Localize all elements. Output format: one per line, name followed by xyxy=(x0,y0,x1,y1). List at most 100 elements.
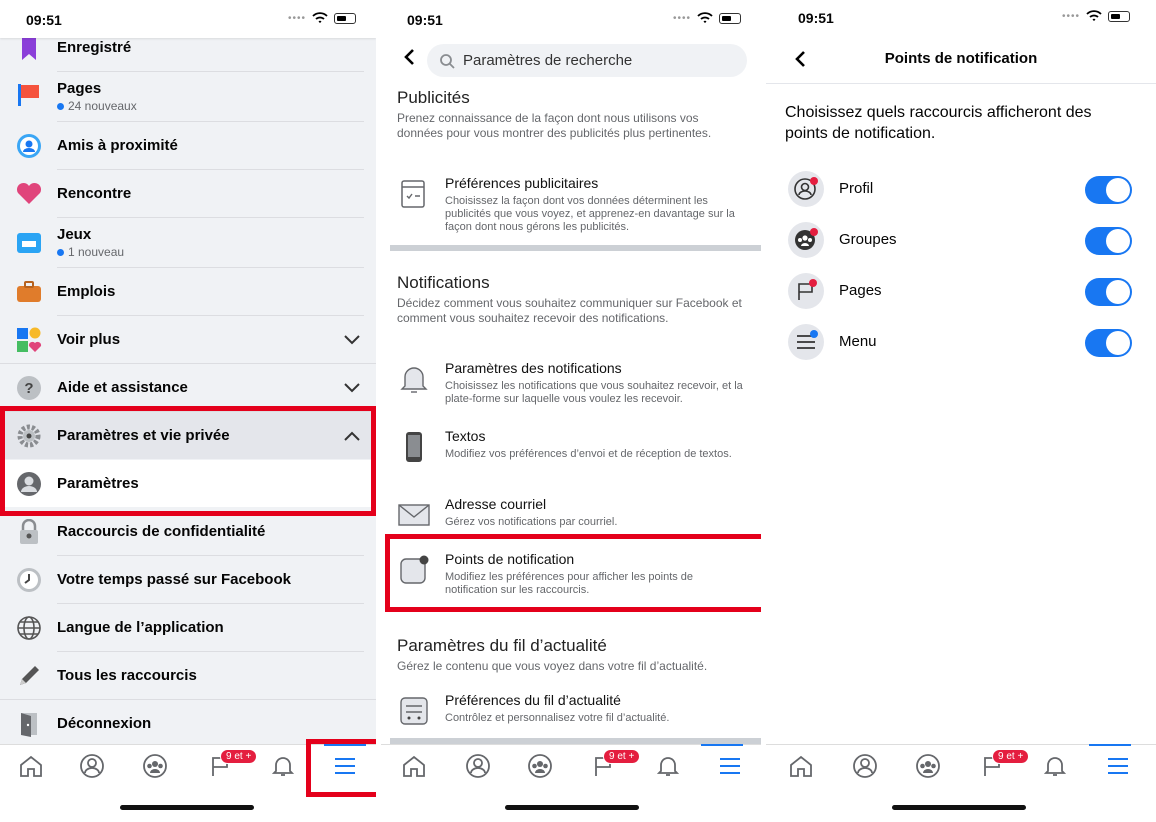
menu-item-label: Amis à proximité xyxy=(57,137,178,154)
row-title: Préférences du fil d’actualité xyxy=(445,692,621,708)
menu-item-games[interactable]: Jeux 1 nouveau xyxy=(0,218,376,266)
groups-icon xyxy=(788,222,824,258)
notification-settings-row[interactable]: Paramètres des notifications Choisissez … xyxy=(397,360,747,408)
toggle-label: Profil xyxy=(839,180,874,197)
intro-text: Choisissez quels raccourcis afficheront … xyxy=(785,104,1092,142)
menu-item-see-more[interactable]: Voir plus xyxy=(0,316,376,363)
menu-item-help[interactable]: ? Aide et assistance xyxy=(0,364,376,411)
search-input[interactable]: Paramètres de recherche xyxy=(427,44,747,77)
section-heading: Notifications xyxy=(397,273,490,292)
toggle-row-profile: Profil xyxy=(788,171,1132,207)
row-title: Paramètres des notifications xyxy=(445,360,622,376)
menu-item-app-language[interactable]: Langue de l’application xyxy=(0,604,376,651)
active-tab-indicator xyxy=(701,744,743,746)
briefcase-icon xyxy=(16,279,42,305)
search-placeholder: Paramètres de recherche xyxy=(463,52,633,69)
profile-toggle[interactable] xyxy=(1085,176,1132,204)
tab-pages[interactable]: 9 et + xyxy=(206,749,258,781)
menu-item-label: Enregistré xyxy=(57,39,132,56)
menu-item-pages[interactable]: Pages 24 nouveaux xyxy=(0,72,376,120)
notification-badge: 9 et + xyxy=(992,749,1030,764)
flag-icon xyxy=(788,273,824,309)
ad-preferences-row[interactable]: Préférences publicitaires Choisissez la … xyxy=(397,175,747,237)
highlight-box xyxy=(385,534,761,612)
menu-item-dating[interactable]: Rencontre xyxy=(0,170,376,217)
pages-toggle[interactable] xyxy=(1085,278,1132,306)
battery-icon xyxy=(334,12,356,24)
tab-pages[interactable]: 9 et + xyxy=(589,749,641,781)
highlight-box xyxy=(306,739,376,797)
menu-item-label: Rencontre xyxy=(57,185,132,202)
tab-groups[interactable] xyxy=(913,751,943,781)
toggle-label: Pages xyxy=(839,282,882,299)
news-feed-preferences-row[interactable]: Préférences du fil d’actualité Contrôlez… xyxy=(397,692,747,732)
signal-icon: •••• xyxy=(672,12,691,24)
menu-item-label: Déconnexion xyxy=(57,715,152,732)
menu-item-label: Votre temps passé sur Facebook xyxy=(57,571,291,588)
chevron-down-icon xyxy=(344,332,360,348)
section-description: Gérez le contenu que vous voyez dans vot… xyxy=(397,659,708,673)
phone-icon xyxy=(406,432,422,462)
menu-screen: Enregistré Pages 24 nouveaux Amis à prox… xyxy=(0,0,376,822)
status-time: 09:51 xyxy=(407,12,443,28)
tab-home[interactable] xyxy=(399,751,429,781)
profile-icon xyxy=(853,754,877,778)
tab-home[interactable] xyxy=(786,751,816,781)
tab-profile[interactable] xyxy=(850,751,880,781)
tab-groups[interactable] xyxy=(525,751,555,781)
tab-profile[interactable] xyxy=(77,751,107,781)
menu-item-nearby-friends[interactable]: Amis à proximité xyxy=(0,122,376,169)
status-time: 09:51 xyxy=(26,12,62,28)
profile-icon xyxy=(80,754,104,778)
tab-notifications[interactable] xyxy=(1040,751,1070,781)
groups-icon xyxy=(528,754,552,778)
menu-item-label: Pages xyxy=(57,80,102,97)
section-description: Prenez connaissance de la façon dont nou… xyxy=(397,111,712,140)
tab-notifications[interactable] xyxy=(268,751,298,781)
menu-toggle[interactable] xyxy=(1085,329,1132,357)
tab-home[interactable] xyxy=(16,751,46,781)
wifi-icon xyxy=(697,12,713,23)
notifications-section: Notifications Décidez comment vous souha… xyxy=(397,273,747,326)
tab-bar: 9 et + xyxy=(381,744,761,788)
row-description: Gérez vos notifications par courriel. xyxy=(445,516,618,528)
back-button[interactable] xyxy=(403,48,415,72)
home-indicator xyxy=(892,805,1026,810)
page-title: Points de notification xyxy=(884,50,1038,67)
profile-icon xyxy=(466,754,490,778)
home-icon xyxy=(790,755,812,777)
games-icon xyxy=(16,230,42,256)
menu-item-all-shortcuts[interactable]: Tous les raccourcis xyxy=(0,652,376,699)
globe-icon xyxy=(16,615,42,641)
toggle-row-menu: Menu xyxy=(788,324,1132,360)
menu-item-time-on-facebook[interactable]: Votre temps passé sur Facebook xyxy=(0,556,376,603)
toggle-row-groups: Groupes xyxy=(788,222,1132,258)
clock-icon xyxy=(16,567,42,593)
tab-menu[interactable] xyxy=(715,751,745,781)
groups-toggle[interactable] xyxy=(1085,227,1132,255)
bookmark-icon xyxy=(16,35,42,61)
menu-item-jobs[interactable]: Emplois xyxy=(0,268,376,315)
status-bar: 09:51 •••• xyxy=(0,0,376,38)
tab-notifications[interactable] xyxy=(653,751,683,781)
tab-groups[interactable] xyxy=(140,751,170,781)
tab-menu[interactable] xyxy=(1103,751,1133,781)
heart-icon xyxy=(16,181,42,207)
battery-icon xyxy=(719,12,741,24)
tab-profile[interactable] xyxy=(463,751,493,781)
ads-section: Publicités Prenez connaissance de la faç… xyxy=(397,88,747,141)
menu-list: Enregistré Pages 24 nouveaux Amis à prox… xyxy=(0,24,376,747)
menu-item-label: Voir plus xyxy=(57,331,121,348)
menu-icon xyxy=(720,758,740,774)
status-bar: 09:51 •••• xyxy=(766,0,1156,38)
door-icon xyxy=(16,711,42,737)
home-indicator xyxy=(120,805,254,810)
svg-text:?: ? xyxy=(24,380,33,397)
wifi-icon xyxy=(1086,10,1102,21)
tab-pages[interactable]: 9 et + xyxy=(978,749,1030,781)
toggle-row-pages: Pages xyxy=(788,273,1132,309)
sms-row[interactable]: Textos Modifiez vos préférences d’envoi … xyxy=(397,428,747,476)
email-row[interactable]: Adresse courriel Gérez vos notifications… xyxy=(397,496,747,532)
notification-badge: 9 et + xyxy=(603,749,641,764)
battery-icon xyxy=(1108,10,1130,22)
